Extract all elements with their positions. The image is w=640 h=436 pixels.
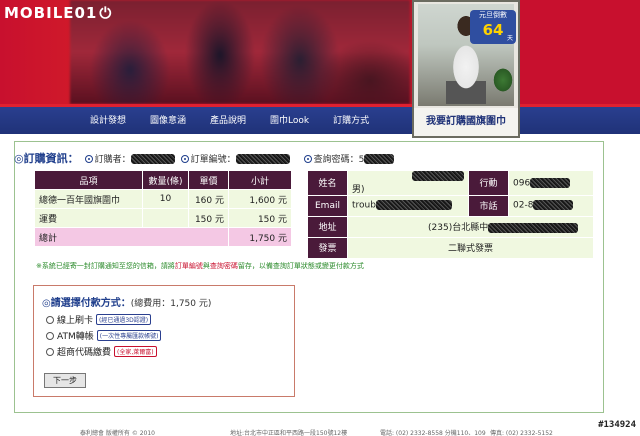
site-logo[interactable]: MOBILE01 ⏻	[4, 2, 112, 24]
payment-option-atm[interactable]: ATM轉帳 (一次性專屬匯款帳號)	[46, 329, 162, 342]
redacted-mark	[375, 200, 452, 211]
redacted-mark	[530, 177, 571, 188]
radio-button[interactable]	[46, 331, 54, 340]
footer: 泰利總會 版權所有 © 2010 地址:台北市中正區和平西路一段150號12樓 …	[80, 430, 553, 436]
banner-photo	[70, 0, 410, 104]
payment-option-store[interactable]: 超商代碼繳費 (全家,萊爾富)	[46, 345, 157, 358]
redacted-mark	[488, 222, 579, 233]
ad-photo: 元旦倒數 64 天	[418, 4, 516, 106]
redacted-mark	[533, 200, 574, 211]
order-ad-box[interactable]: 元旦倒數 64 天 我要訂購國旗圍巾	[412, 0, 520, 138]
order-scarf-link[interactable]: 我要訂購國旗圍巾	[414, 108, 518, 136]
payment-title: ◎請選擇付款方式：	[42, 298, 131, 309]
order-info: ◎訂購資訊： 訂購者： 訂單編號： 查詢密碼：5	[14, 150, 395, 166]
payment-box: ◎請選擇付款方式：(總費用：1,750 元) 線上刷卡 (經已通過3D認證) A…	[33, 285, 295, 397]
watermark: #134924	[598, 420, 636, 430]
table-row: 總德一百年國旗圍巾 10 160 元 1,600 元	[34, 189, 292, 209]
main-nav: 設計發想 圖像意涵 產品說明 圍巾Look 訂購方式	[0, 104, 640, 134]
payment-total: (總費用：1,750 元)	[130, 299, 212, 309]
bullet-icon	[303, 155, 312, 163]
payment-option-card[interactable]: 線上刷卡 (經已通過3D認證)	[46, 313, 152, 326]
total-row: 總計 1,750 元	[34, 227, 292, 247]
redacted-mark	[235, 154, 290, 164]
header-banner: MOBILE01 ⏻	[0, 0, 640, 104]
redacted-mark	[130, 154, 175, 164]
product-table: 品項 數量(條) 單價 小計 總德一百年國旗圍巾 10 160 元 1,600 …	[34, 170, 292, 247]
next-step-button[interactable]: 下一步	[44, 373, 86, 388]
redacted-mark	[364, 154, 395, 164]
notice-text: ※系統已經寄一封訂購通知至您的信箱，請將訂單編號與查詢密碼留存，以備查詢訂單狀態…	[36, 262, 364, 270]
page: MOBILE01 ⏻ 設計發想 圖像意涵 產品說明 圍巾Look 訂購方式 元旦…	[0, 0, 640, 436]
redacted-mark	[412, 171, 464, 181]
power-icon: ⏻	[99, 4, 113, 22]
countdown-badge: 元旦倒數 64 天	[470, 10, 516, 44]
bullet-icon	[84, 155, 93, 163]
radio-button[interactable]	[46, 315, 54, 324]
nav-item-design[interactable]: 設計發想	[78, 113, 138, 129]
customer-table: 姓名 男) 行動 096 Email troub 市話 02-8 地址 (235…	[307, 170, 594, 259]
nav-item-order[interactable]: 訂購方式	[321, 113, 381, 129]
table-row: 運費 150 元 150 元	[34, 208, 292, 228]
order-info-title: ◎訂購資訊：	[14, 152, 79, 165]
radio-button[interactable]	[46, 347, 54, 356]
nav-item-meaning[interactable]: 圖像意涵	[138, 113, 198, 129]
nav-item-look[interactable]: 圍巾Look	[258, 113, 321, 129]
bullet-icon	[180, 155, 189, 163]
nav-item-product[interactable]: 產品說明	[198, 113, 258, 129]
